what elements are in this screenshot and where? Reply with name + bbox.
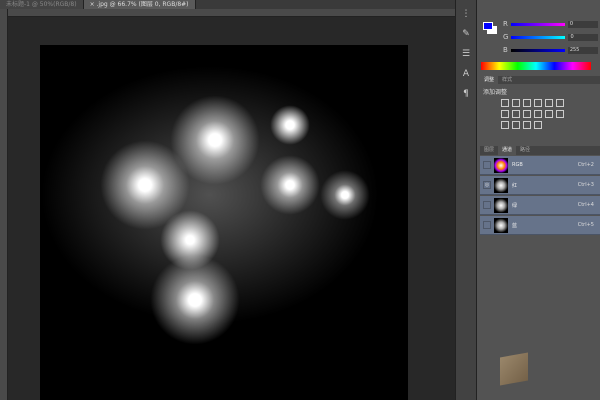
- photo-filter-icon[interactable]: [523, 110, 531, 118]
- channel-row[interactable]: 蓝 Ctrl+5: [480, 216, 600, 235]
- invert-icon[interactable]: [556, 110, 564, 118]
- curves-icon[interactable]: [523, 99, 531, 107]
- color-balance-icon[interactable]: [501, 110, 509, 118]
- tab-styles[interactable]: 样式: [498, 76, 516, 84]
- fireworks-canvas[interactable]: [40, 45, 408, 400]
- document-tab-active[interactable]: × .jpg @ 66.7% (图层 0, RGB/8#): [83, 0, 196, 9]
- vibrance-icon[interactable]: [545, 99, 553, 107]
- tab-paths[interactable]: 路径: [516, 146, 534, 155]
- black-white-icon[interactable]: [512, 110, 520, 118]
- blue-slider[interactable]: B 255: [503, 46, 599, 54]
- channel-thumbnail: [494, 177, 508, 193]
- document-tab[interactable]: 未标题-1 @ 50%(RGB/8): [0, 0, 84, 9]
- tab-adjustments[interactable]: 调整: [480, 76, 499, 84]
- document-tabs: 未标题-1 @ 50%(RGB/8) × .jpg @ 66.7% (图层 0,…: [0, 0, 455, 9]
- channel-name: 蓝: [512, 222, 518, 229]
- channel-shortcut: Ctrl+3: [577, 182, 594, 188]
- blue-label: B: [503, 46, 508, 54]
- paragraph-icon[interactable]: ¶: [459, 88, 473, 100]
- channel-thumbnail: [494, 157, 508, 173]
- green-slider[interactable]: G0: [503, 33, 599, 41]
- brush-icon[interactable]: ✎: [459, 28, 473, 40]
- channel-row[interactable]: ◎ 红 Ctrl+3: [480, 176, 600, 195]
- horizontal-ruler: [8, 9, 455, 17]
- tab-layers[interactable]: 图层: [480, 146, 498, 155]
- brightness-icon[interactable]: [501, 99, 509, 107]
- posterize-icon[interactable]: [501, 121, 509, 129]
- selective-color-icon[interactable]: [534, 121, 542, 129]
- watermark-logo: [500, 352, 528, 386]
- channel-shortcut: Ctrl+2: [577, 162, 594, 168]
- red-value[interactable]: 0: [567, 20, 598, 28]
- panel-toolbar: ⋮ ✎ ☰ A ¶: [455, 0, 477, 400]
- red-slider[interactable]: R0: [503, 20, 599, 28]
- red-label: R: [503, 20, 508, 28]
- adjust-tabs: 调整 样式: [480, 76, 600, 84]
- eye-icon[interactable]: [483, 201, 491, 209]
- firework-burst: [260, 155, 320, 215]
- channel-name: RGB: [512, 162, 523, 168]
- history-icon[interactable]: ⋮: [459, 8, 473, 20]
- channels-tabs: 图层 通道 路径: [480, 146, 600, 155]
- tab-channels[interactable]: 通道: [498, 146, 517, 155]
- blue-value[interactable]: 255: [567, 46, 598, 54]
- channel-shortcut: Ctrl+5: [577, 222, 594, 228]
- channel-name: 绿: [512, 202, 518, 209]
- levels-icon[interactable]: [512, 99, 520, 107]
- channel-thumbnail: [494, 217, 508, 233]
- firework-burst: [270, 105, 310, 145]
- channel-name: 红: [512, 182, 518, 189]
- eye-icon[interactable]: [483, 161, 491, 169]
- firework-burst: [160, 210, 220, 270]
- channel-shortcut: Ctrl+4: [577, 202, 594, 208]
- channel-row[interactable]: RGB Ctrl+2: [480, 156, 600, 175]
- color-lookup-icon[interactable]: [545, 110, 553, 118]
- foreground-color-swatch[interactable]: [483, 22, 493, 30]
- gradient-map-icon[interactable]: [523, 121, 531, 129]
- vertical-ruler: [0, 9, 8, 400]
- eye-icon[interactable]: ◎: [483, 181, 491, 189]
- eye-icon[interactable]: [483, 221, 491, 229]
- green-value[interactable]: 0: [568, 33, 599, 41]
- green-label: G: [503, 33, 509, 41]
- add-adjustment-label: 添加调整: [483, 89, 508, 96]
- right-panel: R0 G0 B 255 调整 样式 添加调整 图层 通道 路径 RGB Ctrl+2…: [477, 0, 600, 400]
- hue-saturation-icon[interactable]: [556, 99, 564, 107]
- firework-burst: [320, 170, 370, 220]
- adjustment-icons: [501, 99, 571, 129]
- character-icon[interactable]: A: [459, 68, 473, 80]
- color-spectrum[interactable]: [481, 62, 591, 70]
- threshold-icon[interactable]: [512, 121, 520, 129]
- sliders-icon[interactable]: ☰: [459, 48, 473, 60]
- exposure-icon[interactable]: [534, 99, 542, 107]
- channel-row[interactable]: 绿 Ctrl+4: [480, 196, 600, 215]
- channel-thumbnail: [494, 197, 508, 213]
- channel-mixer-icon[interactable]: [534, 110, 542, 118]
